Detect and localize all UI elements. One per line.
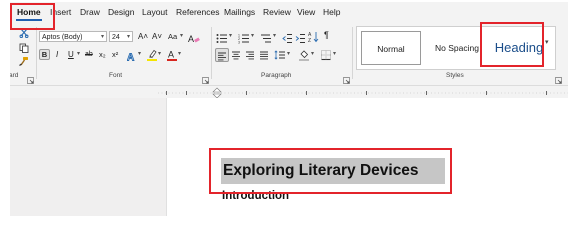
ribbon-tab-bar: Home Insert Draw Design Layout Reference… [10,2,568,23]
subscript-button[interactable]: x₂ [99,49,106,60]
decrease-indent-icon[interactable] [282,31,293,49]
svg-text:A: A [127,53,134,63]
styles-more-icon[interactable]: ▾ [545,37,549,48]
svg-text:A: A [188,34,194,44]
tab-layout[interactable]: Layout [142,7,168,17]
tab-references[interactable]: References [176,7,219,17]
tab-view[interactable]: View [297,7,315,17]
word-window: Home Insert Draw Design Layout Reference… [10,2,568,216]
chevron-down-icon[interactable]: ▾ [311,49,314,60]
chevron-down-icon[interactable]: ▾ [273,31,276,42]
multilevel-list-icon[interactable] [260,31,272,49]
highlighter-icon[interactable] [147,48,157,66]
numbering-icon[interactable]: 123 [238,31,250,49]
chevron-down-icon[interactable]: ▾ [138,49,141,60]
clear-formatting-icon[interactable]: A [188,31,200,49]
font-color-icon[interactable]: A [167,48,177,66]
sort-icon[interactable]: AZ [308,30,319,48]
home-tab-highlight [10,3,55,30]
chevron-down-icon[interactable]: ▾ [178,49,181,60]
paragraph-group-label: Paragraph [261,72,292,79]
heading-style-highlight [480,22,544,67]
show-formatting-marks-icon[interactable]: ¶ [324,30,329,41]
font-name-dropdown[interactable]: Aptos (Body) ▾ [39,31,107,42]
font-group-label: Font [109,72,123,79]
chevron-down-icon[interactable]: ▾ [180,31,183,42]
chevron-down-icon[interactable]: ▾ [77,49,80,60]
svg-text:3: 3 [238,41,240,45]
tab-review[interactable]: Review [263,7,291,17]
font-dialog-launcher-icon[interactable] [202,71,209,84]
superscript-button[interactable]: x² [112,49,118,60]
tab-draw[interactable]: Draw [80,7,100,17]
chevron-down-icon[interactable]: ▾ [287,49,290,60]
underline-button[interactable]: U [68,49,74,60]
group-separator [36,27,37,79]
group-separator [211,27,212,79]
document-title-highlight [209,148,452,194]
align-right-icon[interactable] [244,48,256,66]
change-case-button[interactable]: Aa [168,31,177,42]
bold-button[interactable]: B [39,49,50,60]
paragraph-dialog-launcher-icon[interactable] [343,71,350,84]
text-effects-icon[interactable]: A [127,49,137,67]
styles-dialog-launcher-icon[interactable] [555,71,562,84]
italic-button[interactable]: I [56,49,58,60]
increase-indent-icon[interactable] [295,31,306,49]
format-painter-icon[interactable] [18,54,29,72]
chevron-down-icon[interactable]: ▾ [158,49,161,60]
align-center-icon[interactable] [230,48,242,66]
align-left-icon[interactable] [215,48,229,62]
tab-mailings[interactable]: Mailings [224,7,255,17]
chevron-down-icon: ▾ [100,34,104,40]
svg-text:A: A [168,50,174,60]
strikethrough-button[interactable]: ab [85,49,93,60]
tab-help[interactable]: Help [323,7,340,17]
line-spacing-icon[interactable] [274,48,286,66]
clipboard-dialog-launcher-icon[interactable] [27,71,34,84]
font-size-value: 24 [112,34,120,41]
chevron-down-icon[interactable]: ▾ [333,49,336,60]
font-name-value: Aptos (Body) [42,34,83,41]
shading-icon[interactable] [298,48,310,66]
group-separator [352,27,353,79]
styles-group-label: Styles [446,72,464,79]
style-no-spacing[interactable]: No Spacing [427,31,487,65]
grow-font-button[interactable]: A˄ [138,31,148,42]
chevron-down-icon[interactable]: ▾ [251,31,254,42]
svg-text:Z: Z [308,38,311,43]
justify-icon[interactable] [258,48,270,66]
tab-design[interactable]: Design [108,7,134,17]
bullets-icon[interactable] [216,31,228,49]
font-size-dropdown[interactable]: 24 ▾ [109,31,133,42]
clipboard-group-label: ard [10,72,19,79]
shrink-font-button[interactable]: A˅ [152,31,162,42]
chevron-down-icon[interactable]: ▾ [229,31,232,42]
style-normal[interactable]: Normal [361,31,421,65]
horizontal-ruler[interactable] [10,86,568,99]
borders-icon[interactable] [320,48,332,66]
chevron-down-icon: ▾ [126,34,130,40]
